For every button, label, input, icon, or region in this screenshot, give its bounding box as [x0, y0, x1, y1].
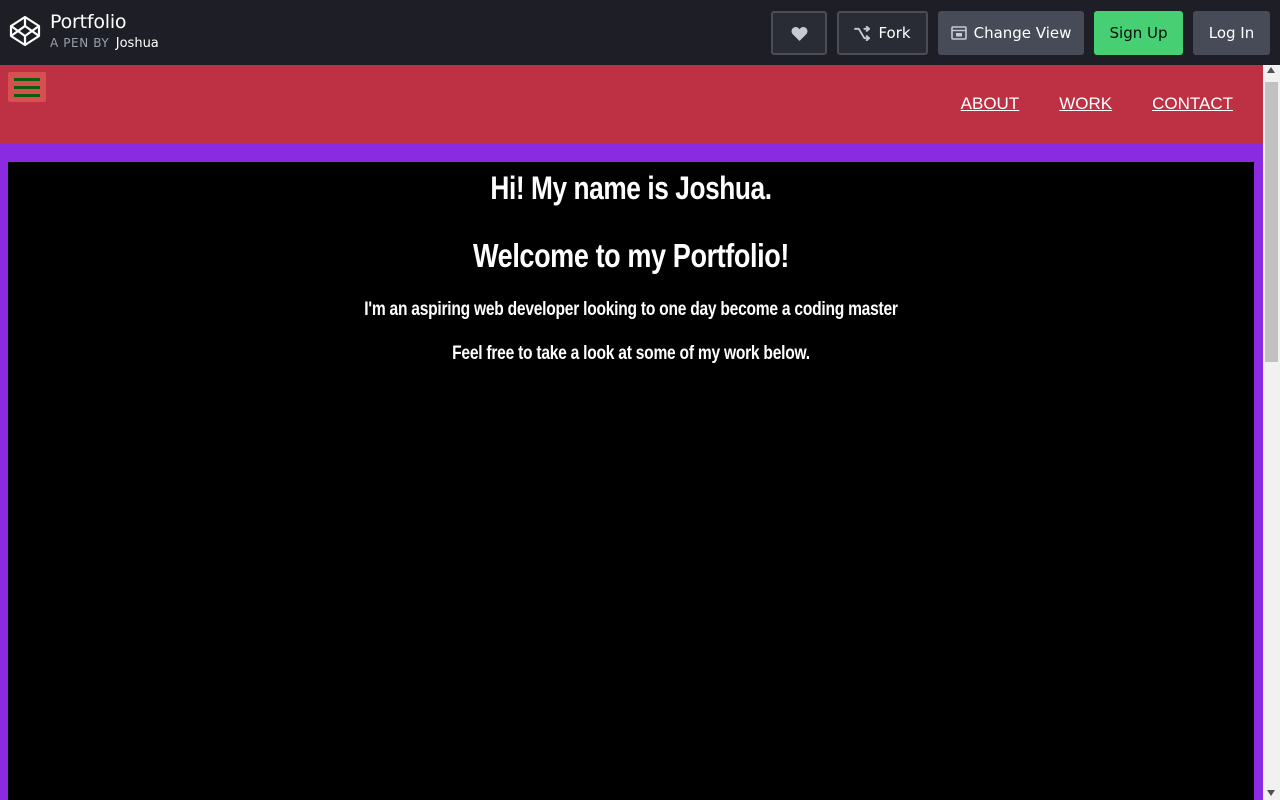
welcome-intro-text: I'm an aspiring web developer looking to…	[364, 299, 898, 320]
login-label: Log In	[1208, 24, 1255, 42]
fork-icon	[854, 25, 871, 41]
preview-frame: ABOUT WORK CONTACT Hi! My name is Joshua…	[0, 65, 1263, 800]
preview-scrollbar[interactable]	[1263, 65, 1280, 800]
codepen-header: Portfolio A PEN BY Joshua Fork Change Vi…	[0, 0, 1280, 65]
hamburger-line	[14, 77, 40, 81]
welcome-heading: Hi! My name is Joshua.	[490, 170, 772, 206]
login-button[interactable]: Log In	[1193, 11, 1270, 55]
nav-links: ABOUT WORK CONTACT	[961, 94, 1233, 114]
nav-link-work[interactable]: WORK	[1059, 94, 1112, 114]
pen-author-link[interactable]: Joshua	[116, 36, 159, 51]
heart-icon	[791, 26, 807, 41]
signup-label: Sign Up	[1109, 24, 1168, 42]
change-view-label: Change View	[973, 24, 1072, 42]
hamburger-line	[14, 93, 40, 97]
welcome-cta-text: Feel free to take a look at some of my w…	[452, 343, 810, 364]
pen-byline: A PEN BY Joshua	[50, 36, 159, 51]
hamburger-line	[14, 85, 40, 89]
heart-button[interactable]	[771, 11, 827, 55]
signup-button[interactable]: Sign Up	[1094, 11, 1183, 55]
scroll-down-arrow-icon[interactable]	[1267, 790, 1275, 796]
welcome-section: Hi! My name is Joshua. Welcome to my Por…	[8, 162, 1254, 800]
change-view-button[interactable]: Change View	[938, 11, 1084, 55]
pen-by-prefix: A PEN BY	[50, 36, 110, 50]
pen-title: Portfolio	[50, 11, 127, 33]
welcome-subheading: Welcome to my Portfolio!	[473, 237, 789, 274]
codepen-logo-icon[interactable]	[9, 15, 41, 47]
fork-button[interactable]: Fork	[837, 11, 928, 55]
nav-link-about[interactable]: ABOUT	[961, 94, 1020, 114]
scroll-up-arrow-icon[interactable]	[1267, 67, 1275, 73]
nav-link-contact[interactable]: CONTACT	[1152, 94, 1233, 114]
fork-label: Fork	[878, 24, 911, 42]
scrollbar-thumb[interactable]	[1265, 82, 1278, 362]
hamburger-icon[interactable]	[8, 72, 46, 102]
change-view-icon	[950, 26, 967, 40]
site-navbar: ABOUT WORK CONTACT	[0, 65, 1263, 143]
